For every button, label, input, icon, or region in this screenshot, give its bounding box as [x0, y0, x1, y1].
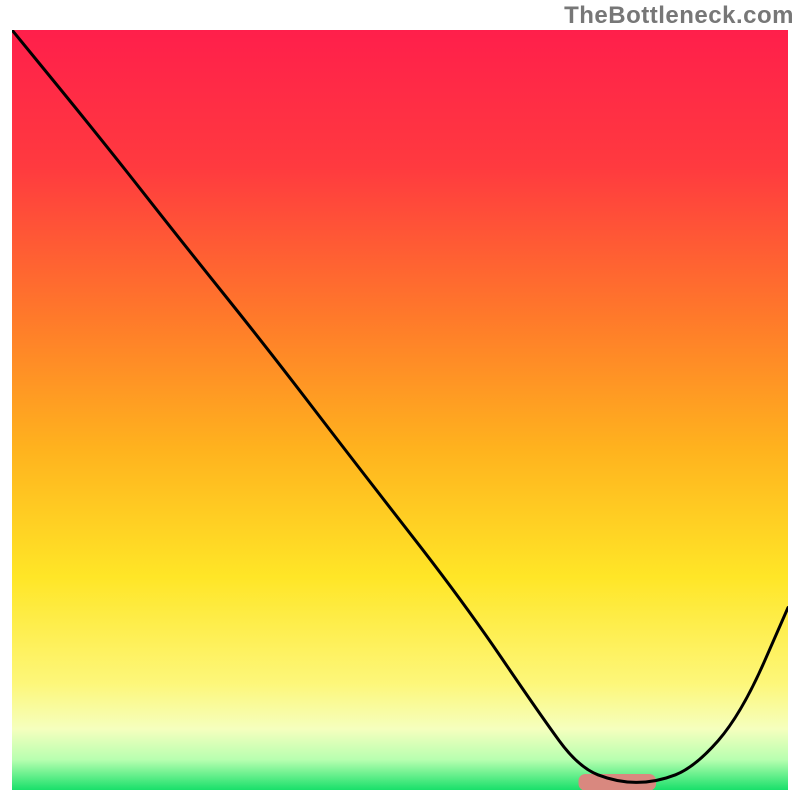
bottleneck-chart: [12, 30, 788, 790]
chart-svg: [12, 30, 788, 790]
watermark-text: TheBottleneck.com: [564, 2, 794, 30]
chart-stage: TheBottleneck.com: [0, 0, 800, 800]
gradient-background: [12, 30, 788, 790]
